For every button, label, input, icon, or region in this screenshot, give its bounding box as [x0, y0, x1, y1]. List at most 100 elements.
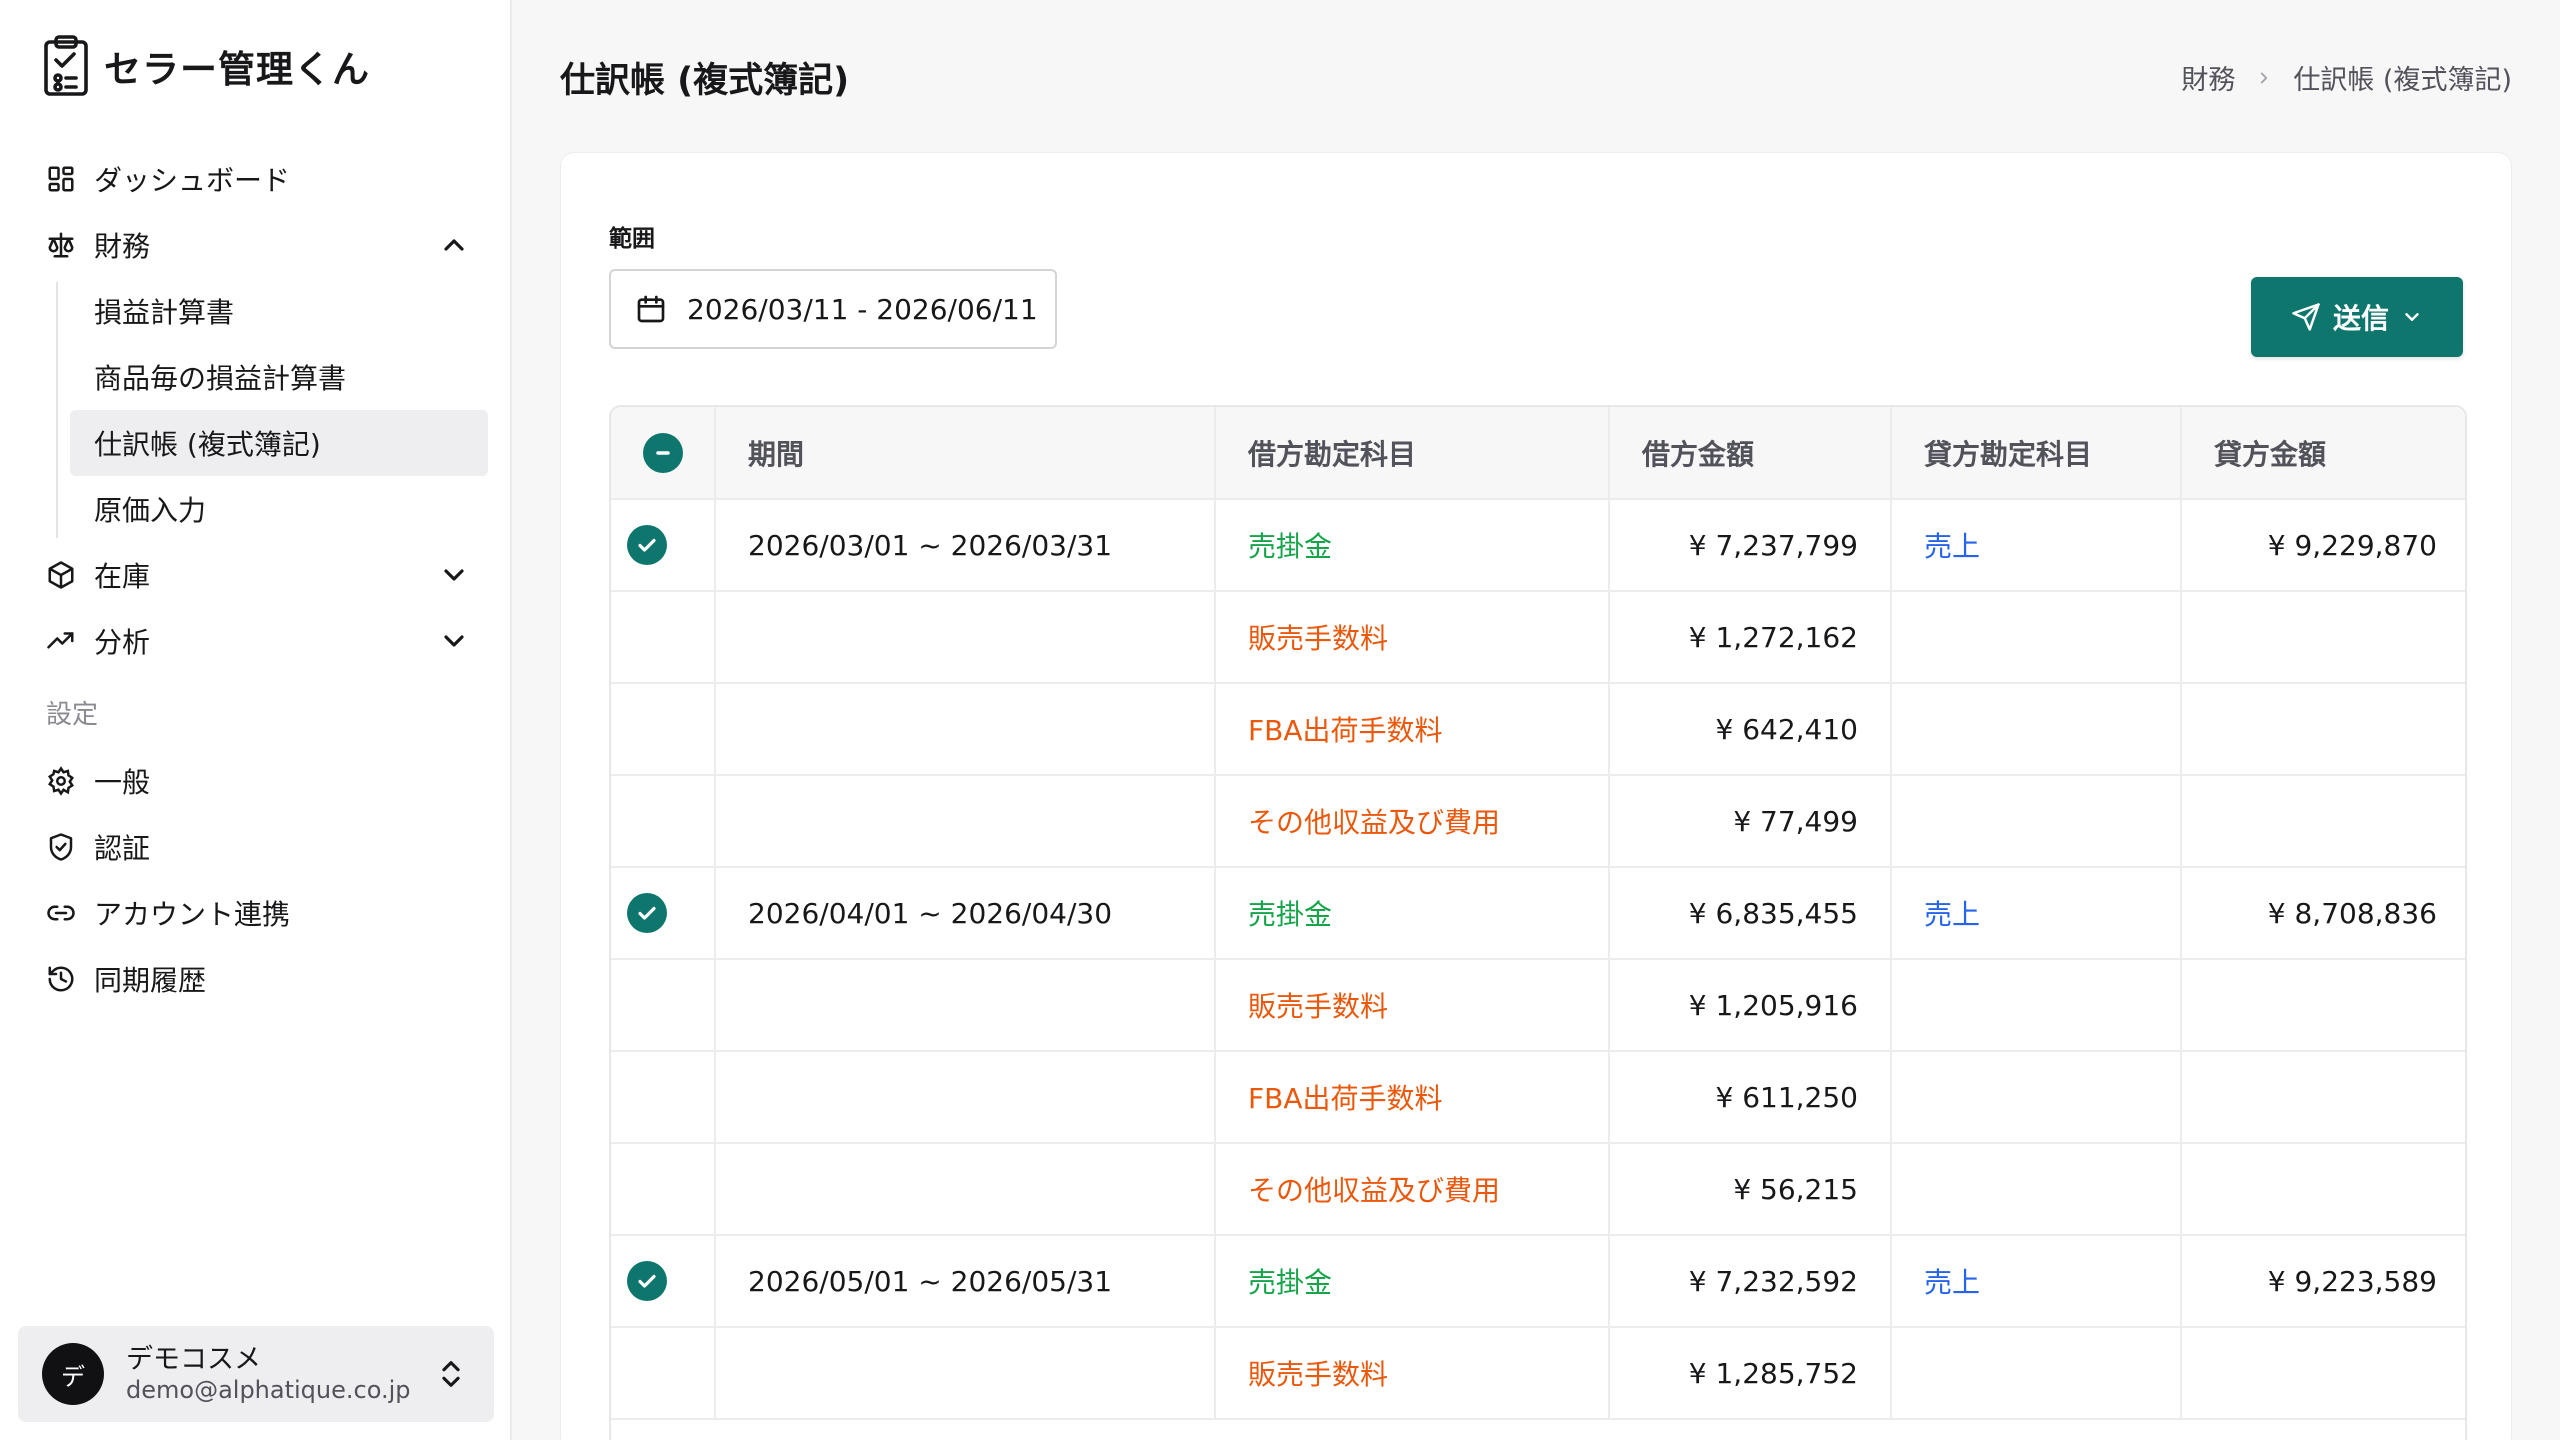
- journal-card: 範囲 2026/03/11 - 2026/06/11 送信 期間 借方勘定科目 …: [560, 152, 2512, 1440]
- column-header-credit-amount[interactable]: 貸方金額: [2181, 407, 2465, 500]
- row-select-cell: [611, 1235, 716, 1328]
- table-row[interactable]: 2026/05/01 ~ 2026/05/31 売掛金 ¥ 7,232,592 売上 ¥…: [611, 1235, 2465, 1328]
- minus-icon: [655, 450, 670, 455]
- sidebar-item-analytics[interactable]: 分析: [0, 608, 510, 674]
- table-row[interactable]: 2026/03/01 ~ 2026/03/31 売掛金 ¥ 7,237,799 売上 ¥…: [611, 499, 2465, 592]
- sidebar-nav: ダッシュボード 財務 損益計算書 商品毎の損益計算書 仕訳帳 (複式簿記) 原価…: [0, 146, 510, 1012]
- sidebar-item-general[interactable]: 一般: [0, 748, 510, 814]
- breadcrumb: 財務 仕訳帳 (複式簿記): [2181, 58, 2512, 97]
- select-all-checkbox[interactable]: [642, 432, 683, 473]
- row-select-cell: [611, 1143, 716, 1236]
- app-logo[interactable]: セラー管理くん: [42, 34, 370, 98]
- settings-section-label: 設定: [46, 699, 99, 730]
- table-row[interactable]: その他収益及び費用 ¥ 56,215: [611, 1143, 2465, 1236]
- debit-account-cell: FBA出荷手数料: [1215, 1051, 1610, 1144]
- debit-amount-cell: ¥ 7,232,592: [1609, 1235, 1892, 1328]
- row-select-cell: [611, 867, 716, 960]
- row-checkbox[interactable]: [626, 1261, 667, 1301]
- calendar-icon: [637, 295, 665, 323]
- period-cell: [715, 775, 1216, 868]
- send-button[interactable]: 送信: [2251, 277, 2463, 357]
- period-cell: [715, 959, 1216, 1052]
- period-cell: [715, 591, 1216, 684]
- credit-account-cell: [1891, 591, 2182, 684]
- sidebar-item-label: 財務: [94, 230, 151, 263]
- table-row[interactable]: その他収益及び費用 ¥ 77,499: [611, 775, 2465, 868]
- sidebar-item-dashboard[interactable]: ダッシュボード: [0, 146, 510, 212]
- row-checkbox[interactable]: [626, 893, 667, 933]
- sidebar-item-label: 一般: [94, 766, 151, 799]
- sidebar-subitem-product-pl[interactable]: 商品毎の損益計算書: [70, 344, 488, 410]
- debit-account-cell: その他収益及び費用: [1215, 1143, 1610, 1236]
- sidebar-item-label: 在庫: [94, 560, 151, 593]
- debit-account-cell: 販売手数料: [1215, 1327, 1610, 1420]
- sidebar-item-label: 分析: [94, 626, 151, 659]
- shield-check-icon: [44, 830, 78, 864]
- journal-table: 期間 借方勘定科目 借方金額 貸方勘定科目 貸方金額 2026/03/01 ~ …: [609, 405, 2467, 1440]
- sidebar-item-sync-history[interactable]: 同期履歴: [0, 946, 510, 1012]
- debit-amount-cell: ¥ 1,205,916: [1609, 959, 1892, 1052]
- chevron-down-icon[interactable]: [438, 559, 470, 591]
- table-row[interactable]: 販売手数料 ¥ 1,285,752: [611, 1327, 2465, 1420]
- debit-account-cell: 売掛金: [1215, 1235, 1610, 1328]
- sidebar-subitem-cost-input[interactable]: 原価入力: [70, 476, 488, 542]
- sidebar-item-label: アカウント連携: [94, 898, 291, 931]
- credit-amount-cell: [2181, 775, 2465, 868]
- check-icon: [637, 1274, 656, 1288]
- package-icon: [44, 558, 78, 592]
- table-row[interactable]: FBA出荷手数料 ¥ 611,250: [611, 1051, 2465, 1144]
- column-header-debit-amount[interactable]: 借方金額: [1609, 407, 1892, 500]
- check-icon: [637, 538, 656, 552]
- app-name: セラー管理くん: [104, 48, 370, 91]
- chevron-down-icon[interactable]: [438, 625, 470, 657]
- breadcrumb-item-current: 仕訳帳 (複式簿記): [2293, 65, 2512, 96]
- chevron-right-icon: [2261, 72, 2268, 83]
- table-row[interactable]: 販売手数料 ¥ 1,205,916: [611, 959, 2465, 1052]
- credit-account-cell: 売上: [1891, 499, 2182, 592]
- sidebar-item-label: 損益計算書: [94, 296, 235, 329]
- row-select-cell: [611, 499, 716, 592]
- debit-amount-cell: ¥ 642,410: [1609, 683, 1892, 776]
- sidebar-item-auth[interactable]: 認証: [0, 814, 510, 880]
- credit-amount-cell: [2181, 683, 2465, 776]
- sidebar-item-label: 同期履歴: [94, 964, 207, 997]
- credit-account-cell: [1891, 1327, 2182, 1420]
- history-icon: [44, 962, 78, 996]
- sidebar-subitem-journal[interactable]: 仕訳帳 (複式簿記): [70, 410, 488, 476]
- sidebar-subitem-pl[interactable]: 損益計算書: [70, 278, 488, 344]
- credit-amount-cell: ¥ 9,223,589: [2181, 1235, 2465, 1328]
- chevrons-up-down-icon: [442, 1361, 460, 1387]
- dashboard-icon: [44, 162, 78, 196]
- row-select-cell: [611, 1051, 716, 1144]
- chevron-up-icon[interactable]: [438, 229, 470, 261]
- row-select-cell: [611, 775, 716, 868]
- sidebar-item-finance[interactable]: 財務: [0, 212, 510, 278]
- row-checkbox[interactable]: [626, 525, 667, 565]
- credit-amount-cell: [2181, 959, 2465, 1052]
- table-row[interactable]: 販売手数料 ¥ 1,272,162: [611, 591, 2465, 684]
- column-header-period[interactable]: 期間: [715, 407, 1216, 500]
- credit-account-cell: [1891, 683, 2182, 776]
- sidebar-item-inventory[interactable]: 在庫: [0, 542, 510, 608]
- gear-icon: [44, 764, 78, 798]
- table-row[interactable]: 2026/04/01 ~ 2026/04/30 売掛金 ¥ 6,835,455 売上 ¥…: [611, 867, 2465, 960]
- table-row[interactable]: FBA出荷手数料 ¥ 642,410: [611, 683, 2465, 776]
- period-cell: 2026/03/01 ~ 2026/03/31: [715, 499, 1216, 592]
- column-header-credit-account[interactable]: 貸方勘定科目: [1891, 407, 2182, 500]
- debit-account-cell: その他収益及び費用: [1215, 775, 1610, 868]
- column-header-debit-account[interactable]: 借方勘定科目: [1215, 407, 1610, 500]
- user-menu[interactable]: デ デモコスメ demo@alphatique.co.jp: [18, 1326, 494, 1422]
- period-cell: [715, 683, 1216, 776]
- sidebar-item-label: 認証: [94, 832, 151, 865]
- debit-amount-cell: ¥ 1,285,752: [1609, 1327, 1892, 1420]
- breadcrumb-item-finance[interactable]: 財務: [2181, 58, 2235, 97]
- credit-account-cell: [1891, 775, 2182, 868]
- credit-account-cell: 売上: [1891, 867, 2182, 960]
- date-range-value: 2026/03/11 - 2026/06/11: [687, 292, 1038, 326]
- sidebar-item-account-link[interactable]: アカウント連携: [0, 880, 510, 946]
- sidebar-item-label: 原価入力: [94, 494, 207, 527]
- chevron-down-icon: [2405, 313, 2419, 321]
- user-name: デモコスメ: [126, 1344, 261, 1375]
- date-range-picker[interactable]: 2026/03/11 - 2026/06/11: [609, 269, 1057, 349]
- range-label: 範囲: [609, 226, 655, 252]
